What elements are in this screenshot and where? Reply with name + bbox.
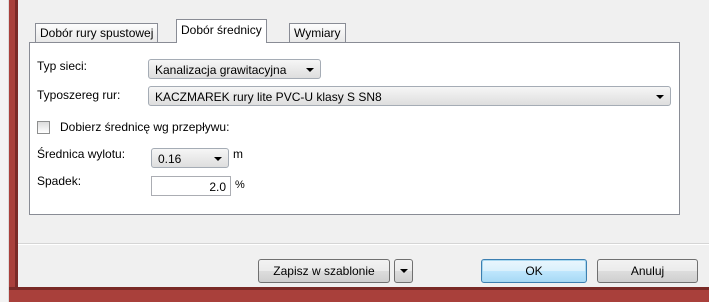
pipe-series-label: Typoszereg rur: <box>37 88 121 102</box>
pipe-series-combo[interactable]: KACZMAREK rury lite PVC-U klasy S SN8 <box>148 86 671 106</box>
outlet-diameter-combo[interactable]: 0.16 <box>151 148 229 168</box>
save-template-button[interactable]: Zapisz w szablonie <box>258 259 390 283</box>
divider <box>18 243 709 245</box>
ok-button[interactable]: OK <box>481 259 587 283</box>
outlet-diameter-value: 0.16 <box>158 152 182 166</box>
slope-unit: % <box>235 179 245 191</box>
chevron-down-icon <box>214 157 222 161</box>
outlet-diameter-unit: m <box>233 147 243 161</box>
chevron-down-icon <box>400 269 408 273</box>
flow-checkbox-label: Dobierz średnicę wg przepływu: <box>60 120 230 134</box>
slope-label: Spadek: <box>37 174 82 188</box>
tab-wymiary[interactable]: Wymiary <box>289 23 346 42</box>
flow-checkbox[interactable] <box>37 121 50 134</box>
save-template-dropdown-button[interactable] <box>394 259 413 283</box>
tab-dobor-srednicy[interactable]: Dobór średnicy <box>176 19 267 43</box>
network-type-combo[interactable]: Kanalizacja grawitacyjna <box>148 59 321 79</box>
network-type-value: Kanalizacja grawitacyjna <box>155 63 287 77</box>
tab-dobor-rury-spustowej[interactable]: Dobór rury spustowej <box>35 23 159 42</box>
slope-input[interactable]: 2.0 <box>151 176 231 196</box>
window-frame-bottom-inner <box>9 287 709 290</box>
outlet-diameter-label: Średnica wylotu: <box>37 147 126 161</box>
network-type-label: Typ sieci: <box>37 59 88 73</box>
pipe-series-value: KACZMAREK rury lite PVC-U klasy S SN8 <box>155 90 382 104</box>
chevron-down-icon <box>306 68 314 72</box>
slope-value: 2.0 <box>209 180 226 194</box>
window-frame-bottom <box>9 290 709 302</box>
window-frame-left <box>0 0 9 302</box>
cancel-button[interactable]: Anuluj <box>597 259 698 283</box>
chevron-down-icon <box>656 95 664 99</box>
